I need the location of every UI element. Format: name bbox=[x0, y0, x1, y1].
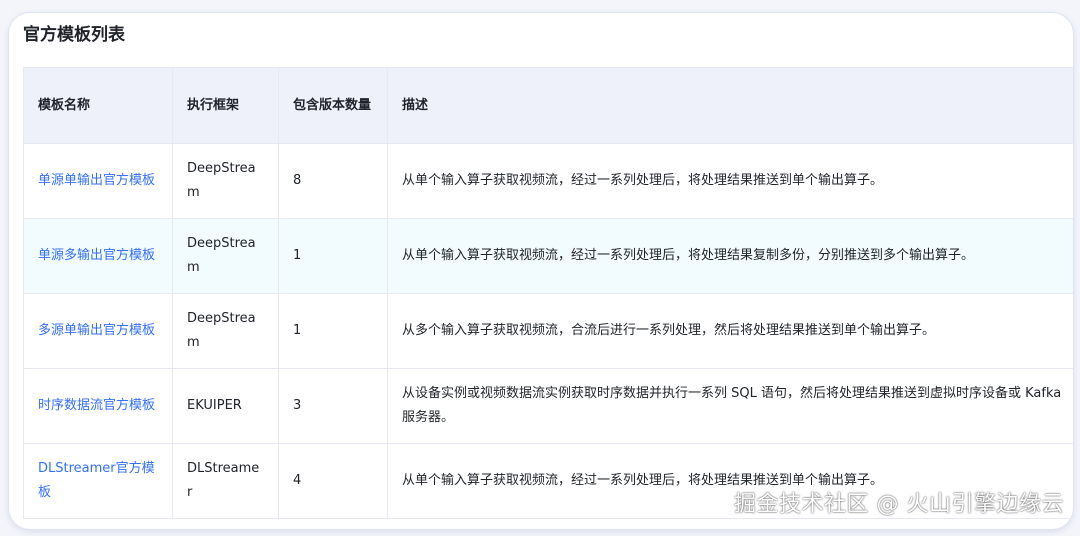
version-count-cell: 1 bbox=[278, 293, 388, 369]
framework-cell: DLStreamer bbox=[172, 443, 279, 519]
column-header-version-count: 包含版本数量 bbox=[278, 67, 388, 144]
description-cell: 从多个输入算子获取视频流，合流后进行一系列处理，然后将处理结果推送到单个输出算子… bbox=[387, 293, 1073, 369]
template-name-link[interactable]: 多源单输出官方模板 bbox=[23, 293, 173, 369]
version-count-cell: 1 bbox=[278, 218, 388, 294]
table-row: 单源单输出官方模板 DeepStream 8 从单个输入算子获取视频流，经过一系… bbox=[23, 143, 1073, 219]
description-cell: 从单个输入算子获取视频流，经过一系列处理后，将处理结果复制多份，分别推送到多个输… bbox=[387, 218, 1073, 294]
template-name-link[interactable]: DLStreamer官方模板 bbox=[23, 443, 173, 519]
framework-cell: EKUIPER bbox=[172, 368, 279, 444]
column-header-template-name: 模板名称 bbox=[23, 67, 173, 144]
section-title: 官方模板列表 bbox=[23, 25, 125, 45]
framework-cell: DeepStream bbox=[172, 218, 279, 294]
table-row: 单源多输出官方模板 DeepStream 1 从单个输入算子获取视频流，经过一系… bbox=[23, 218, 1073, 294]
watermark: 掘金技术社区 @ 火山引擎边缘云 bbox=[734, 492, 1064, 517]
version-count-cell: 4 bbox=[278, 443, 388, 519]
framework-cell: DeepStream bbox=[172, 293, 279, 369]
version-count-cell: 3 bbox=[278, 368, 388, 444]
description-cell: 从单个输入算子获取视频流，经过一系列处理后，将处理结果推送到单个输出算子。 bbox=[387, 143, 1073, 219]
table-header: 模板名称 执行框架 包含版本数量 描述 bbox=[23, 67, 1073, 144]
table-row: 多源单输出官方模板 DeepStream 1 从多个输入算子获取视频流，合流后进… bbox=[23, 293, 1073, 369]
version-count-cell: 8 bbox=[278, 143, 388, 219]
template-table: 模板名称 执行框架 包含版本数量 描述 单源单输出官方模板 DeepStream… bbox=[23, 67, 1073, 519]
template-name-link[interactable]: 单源单输出官方模板 bbox=[23, 143, 173, 219]
column-header-description: 描述 bbox=[387, 67, 1073, 144]
template-name-link[interactable]: 单源多输出官方模板 bbox=[23, 218, 173, 294]
framework-cell: DeepStream bbox=[172, 143, 279, 219]
template-list-card: 官方模板列表 模板名称 执行框架 包含版本数量 描述 单源单输出官方模板 Dee… bbox=[8, 12, 1074, 530]
table-row: 时序数据流官方模板 EKUIPER 3 从设备实例或视频数据流实例获取时序数据并… bbox=[23, 368, 1073, 444]
description-cell: 从设备实例或视频数据流实例获取时序数据并执行一系列 SQL 语句，然后将处理结果… bbox=[387, 368, 1073, 444]
column-header-framework: 执行框架 bbox=[172, 67, 279, 144]
template-name-link[interactable]: 时序数据流官方模板 bbox=[23, 368, 173, 444]
